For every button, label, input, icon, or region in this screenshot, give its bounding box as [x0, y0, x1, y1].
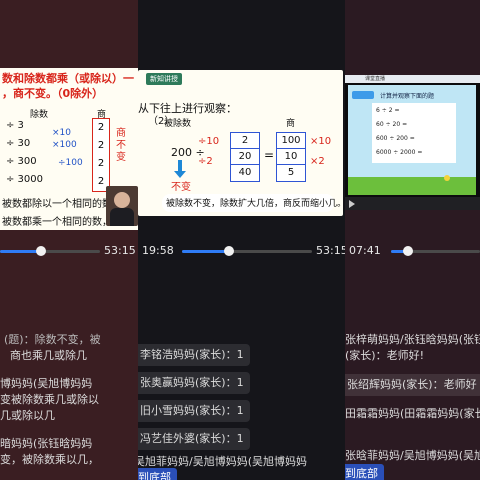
quotient-note: 商不变 [116, 128, 126, 163]
browser-bar: 课堂直播 [345, 75, 480, 83]
calc-table: 6 ÷ 2 = 60 ÷ 20 = 600 ÷ 200 = 6000 ÷ 200… [372, 103, 456, 163]
flower-icon [444, 175, 450, 181]
divisor-op-2: ÷2 [198, 156, 213, 167]
calc-row: 60 ÷ 20 = [376, 121, 408, 128]
divisor-cell-3: 40 [230, 164, 260, 182]
task-badge [352, 91, 374, 99]
quotient-op-1: ×10 [310, 136, 332, 147]
down-arrowhead-icon [174, 171, 186, 178]
back-to-bottom-button[interactable]: 到底部 [138, 468, 177, 480]
col-dividend-label: 除数 [30, 110, 49, 120]
times-100-label: ×100 [52, 140, 77, 150]
col-quotient: 商 [286, 119, 296, 129]
conclusion-text: 被除数不变，除数扩大几倍，商反而缩小几。 [166, 199, 343, 209]
middle-video-panel: 新知讲授 从下往上进行观察： （2） 被除数 商 200 ÷ ÷10 ÷2 2 … [138, 0, 345, 480]
equals-sign: = [264, 148, 275, 162]
divisor-op-1: ÷10 [198, 136, 220, 147]
chat-message: 暗妈妈(张钰晗妈妈 [0, 437, 93, 450]
slide-title-line2: ，商不变。（0除外） [2, 87, 104, 100]
grass-strip [348, 177, 476, 195]
mid-progress-knob[interactable] [224, 246, 234, 256]
quotient-cell-3: 5 [276, 164, 306, 182]
mid-time-elapsed: 19:58 [142, 244, 174, 257]
chat-message: 张梓萌妈妈/张钰晗妈妈(张钰 [345, 333, 480, 346]
chat-message: 变被除数乘几或除以 [0, 393, 99, 406]
chat-message: 旧小雪妈妈(家长)：1 [138, 400, 250, 422]
mid-progress-bar[interactable] [182, 246, 312, 256]
dividend-row-3: ÷ 300 [6, 156, 37, 167]
col-dividend: 被除数 [164, 119, 192, 129]
dividend-row-1: ÷ 3 [6, 120, 24, 131]
times-10-label: ×10 [52, 128, 71, 138]
rule-line2: 被数都乘一个相同的数，商 [2, 217, 122, 228]
slide-title-line1: 数和除数都乘（或除以）一 [2, 72, 134, 85]
left-chat-list: (题)：除数不变，被 商也乘几或除几 博妈妈(吴旭博妈妈 变被除数乘几或除以 几… [0, 330, 138, 480]
right-video-panel: 课堂直播 计算并观察下面的题 6 ÷ 2 = 60 ÷ 20 = 600 ÷ 2… [345, 0, 480, 480]
chat-message: 张绍辉妈妈(家长)：老师好 [345, 374, 480, 396]
calc-row: 600 ÷ 200 = [376, 135, 415, 142]
chat-message: 变，被除数乘以几， [0, 453, 99, 466]
section-tag: 新知讲授 [146, 73, 182, 85]
back-to-bottom-button[interactable]: 到底部 [345, 464, 384, 480]
right-screen: 课堂直播 计算并观察下面的题 6 ÷ 2 = 60 ÷ 20 = 600 ÷ 2… [345, 75, 480, 210]
calc-row: 6 ÷ 2 = [376, 107, 400, 114]
chat-message: 商也乘几或除几 [10, 349, 87, 362]
chat-message: 张奥赢妈妈(家长)：1 [138, 372, 250, 394]
chat-message: 李铭浩妈妈(家长)：1 [138, 344, 250, 366]
div-100-label: ÷100 [58, 158, 83, 168]
teacher-avatar [114, 192, 130, 208]
app-title: 课堂直播 [365, 76, 386, 82]
left-progress-knob[interactable] [36, 246, 46, 256]
calc-row: 6000 ÷ 2000 = [376, 149, 423, 156]
right-chat-list: 张梓萌妈妈/张钰晗妈妈(张钰 (家长)：老师好! 张绍辉妈妈(家长)：老师好 田… [345, 330, 480, 480]
chat-message: (题)：除数不变，被 [4, 333, 101, 346]
player-controls [345, 197, 480, 210]
quotient-column: 2 2 2 2 [92, 118, 110, 192]
unchanged-label: 不变 [171, 182, 191, 193]
chat-message: 几或除以几 [0, 409, 55, 422]
right-progress-bar[interactable] [391, 246, 480, 256]
dividend-row-4: ÷ 3000 [6, 174, 44, 185]
chat-message: 张晗菲妈妈/吴旭博妈妈(吴旭 [345, 449, 480, 462]
chat-message: (家长)：老师好! [345, 349, 424, 362]
quotient-op-2: ×2 [310, 156, 325, 167]
middle-slide: 新知讲授 从下往上进行观察： （2） 被除数 商 200 ÷ ÷10 ÷2 2 … [138, 70, 343, 216]
task-text: 计算并观察下面的题 [380, 93, 435, 100]
right-progress-knob[interactable] [403, 246, 413, 256]
left-progress-bar[interactable] [0, 246, 100, 256]
conclusion-box: 被除数不变，除数扩大几倍，商反而缩小几。 [162, 194, 343, 212]
right-time-elapsed: 07:41 [349, 244, 381, 257]
chat-message: 冯艺佳外婆(家长)：1 [138, 428, 250, 450]
lesson-canvas: 计算并观察下面的题 6 ÷ 2 = 60 ÷ 20 = 600 ÷ 200 = … [348, 85, 476, 195]
chat-message: 田霜霜妈妈(田霜霜妈妈(家长 [345, 407, 480, 420]
chat-message: 博妈妈(吴旭博妈妈 [0, 377, 93, 390]
dividend-row-2: ÷ 30 [6, 138, 31, 149]
rule-line1: 被数都除以一个相同的数， [2, 199, 122, 210]
left-slide: 数和除数都乘（或除以）一 ，商不变。（0除外） 除数 商 ÷ 3 ÷ 30 ÷ … [0, 68, 138, 230]
mid-chat-list: 李铭浩妈妈(家长)：1 张奥赢妈妈(家长)：1 旧小雪妈妈(家长)：1 冯艺佳外… [138, 340, 345, 480]
left-video-panel: 数和除数都乘（或除以）一 ，商不变。（0除外） 除数 商 ÷ 3 ÷ 30 ÷ … [0, 0, 138, 480]
mid-time-total: 53:15 [316, 244, 345, 257]
teacher-camera [106, 186, 138, 226]
play-icon[interactable] [349, 200, 355, 208]
left-time-total: 53:15 [104, 244, 136, 257]
